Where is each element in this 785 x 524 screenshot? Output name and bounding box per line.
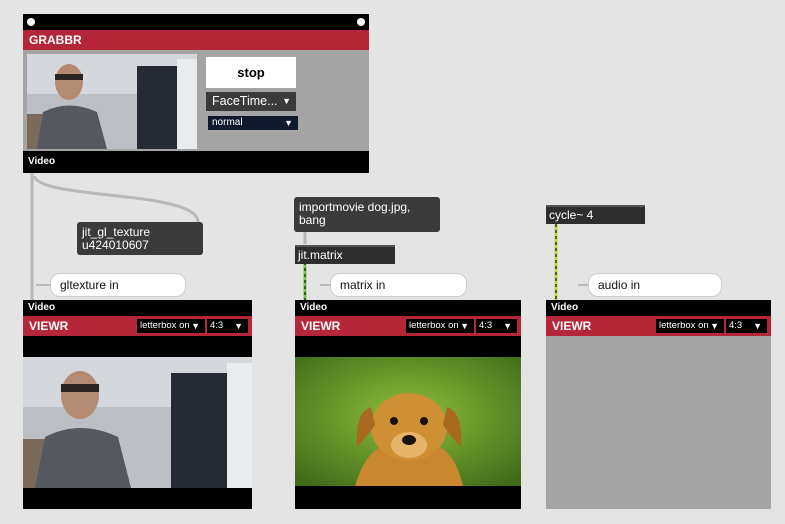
mode-select-value: normal: [212, 117, 243, 128]
puppy-image: [295, 357, 521, 486]
chevron-down-icon: ▼: [460, 321, 469, 331]
grabbr-module: GRABBR stop FaceTime... ▼ normal ▼ Video: [23, 14, 369, 173]
viewr-title: VIEWR: [301, 319, 341, 333]
stop-button[interactable]: stop: [206, 57, 296, 88]
inlet-dot[interactable]: [27, 18, 35, 26]
chevron-down-icon: ▼: [284, 118, 293, 128]
patch-cord-texture: [32, 175, 200, 223]
letterbox-select[interactable]: letterbox on ▼: [406, 319, 474, 333]
aspect-value: 4:3: [479, 320, 493, 331]
aspect-select[interactable]: 4:3 ▼: [726, 319, 767, 333]
matrix-in-comment: matrix in: [330, 273, 467, 297]
camera-frame-image: [23, 357, 252, 488]
viewr-screen: [23, 336, 252, 509]
chevron-down-icon: ▼: [710, 321, 719, 331]
aspect-select[interactable]: 4:3 ▼: [476, 319, 517, 333]
viewr-title: VIEWR: [29, 319, 69, 333]
grabbr-title-strip[interactable]: [23, 14, 369, 30]
aspect-value: 4:3: [210, 320, 224, 331]
chevron-down-icon: ▼: [503, 321, 512, 331]
texture-message[interactable]: jit_gl_texture u424010607: [77, 222, 203, 255]
viewr-screen: [546, 336, 771, 509]
jit-matrix-object[interactable]: jit.matrix: [295, 245, 395, 264]
grabbr-footer: Video: [23, 151, 369, 173]
viewr-screen: [295, 336, 521, 509]
letterbox-value: letterbox on: [659, 320, 709, 331]
device-select[interactable]: FaceTime... ▼: [206, 92, 296, 111]
cycle-object[interactable]: cycle~ 4: [546, 205, 645, 224]
letterbox-value: letterbox on: [409, 320, 459, 331]
viewr-module-matrix: Video VIEWR letterbox on ▼ 4:3 ▼: [295, 300, 521, 509]
viewr-header: Video: [546, 300, 771, 316]
viewr-title: VIEWR: [552, 319, 592, 333]
viewr-header: Video: [300, 302, 328, 313]
device-select-value: FaceTime...: [212, 94, 278, 108]
viewr-title-bar: VIEWR letterbox on ▼ 4:3 ▼: [23, 316, 252, 336]
letterbox-select[interactable]: letterbox on ▼: [137, 319, 205, 333]
aspect-value: 4:3: [729, 320, 743, 331]
chevron-down-icon: ▼: [191, 321, 200, 331]
viewr-module-audio: Video VIEWR letterbox on ▼ 4:3 ▼: [546, 300, 771, 509]
viewr-title-bar: VIEWR letterbox on ▼ 4:3 ▼: [295, 316, 521, 336]
importmovie-message[interactable]: importmovie dog.jpg, bang: [294, 197, 440, 232]
viewr-header: Video: [28, 302, 56, 313]
chevron-down-icon: ▼: [753, 321, 762, 331]
letterbox-select[interactable]: letterbox on ▼: [656, 319, 724, 333]
inlet-dot[interactable]: [357, 18, 365, 26]
chevron-down-icon: ▼: [234, 321, 243, 331]
audio-in-comment: audio in: [588, 273, 722, 297]
viewr-title-bar: VIEWR letterbox on ▼ 4:3 ▼: [546, 316, 771, 336]
gltexture-in-comment: gltexture in: [50, 273, 186, 297]
viewr-module-gltexture: Video VIEWR letterbox on ▼ 4:3 ▼: [23, 300, 252, 509]
aspect-select[interactable]: 4:3 ▼: [207, 319, 248, 333]
camera-preview: [27, 54, 197, 149]
letterbox-value: letterbox on: [140, 320, 190, 331]
mode-select[interactable]: normal ▼: [208, 116, 298, 130]
chevron-down-icon: ▼: [282, 96, 291, 106]
grabbr-title: GRABBR: [23, 30, 369, 50]
